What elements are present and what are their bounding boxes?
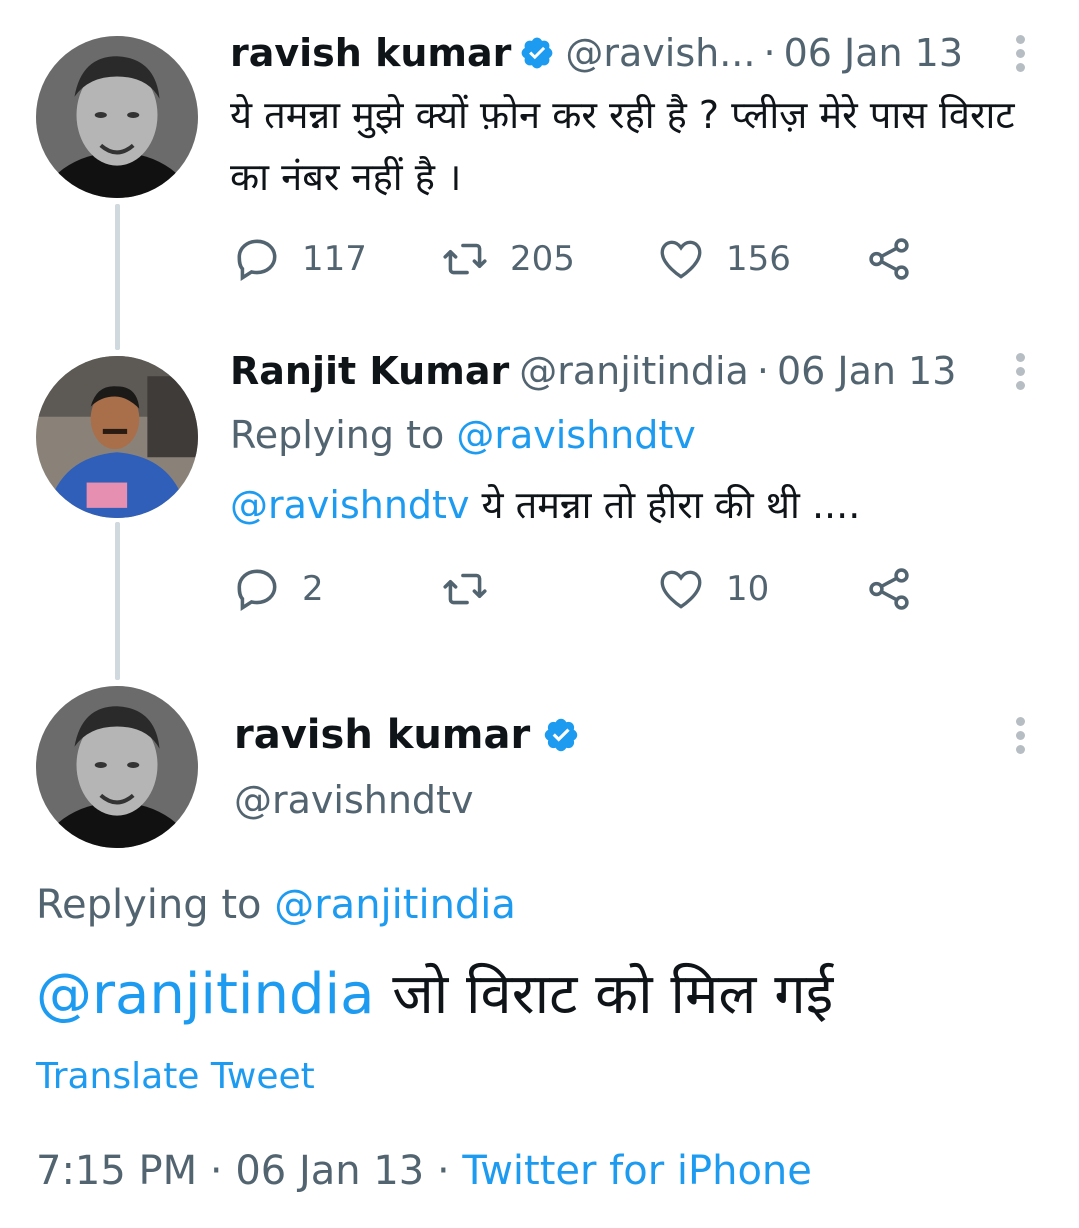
replying-to-label: Replying to	[230, 413, 445, 457]
like-button[interactable]: 156	[656, 234, 791, 284]
replying-to-link[interactable]: @ravishndtv	[456, 413, 695, 457]
tweet-text-body: जो विराट को मिल गई	[374, 962, 834, 1027]
tweet-date[interactable]: 06 Jan 13	[784, 30, 963, 76]
separator: ·	[209, 1148, 223, 1194]
reply-icon	[237, 569, 277, 611]
reply-button[interactable]: 117	[232, 234, 367, 284]
replying-to: Replying to @ravishndtv	[230, 412, 696, 458]
share-button[interactable]	[864, 234, 914, 284]
separator: ·	[436, 1148, 450, 1194]
mention-link[interactable]: @ravishndtv	[230, 483, 469, 527]
tweet-text: ये तमन्ना मुझे क्यों फ़ोन कर रही है ? प्…	[230, 93, 1015, 199]
tweet-date[interactable]: 06 Jan 13	[777, 348, 956, 394]
separator: ·	[756, 349, 769, 393]
thread-line	[115, 204, 120, 350]
author-name-row: ravish kumar	[234, 712, 580, 758]
thread-line	[115, 522, 120, 680]
author-name[interactable]: ravish kumar	[230, 30, 511, 76]
author-name[interactable]: ravish kumar	[234, 712, 530, 758]
tweet-time[interactable]: 7:15 PM	[36, 1148, 197, 1194]
retweet-count: 205	[510, 239, 575, 279]
more-options-icon[interactable]	[1010, 32, 1030, 76]
share-button[interactable]	[864, 564, 914, 614]
tweet-actions: 2 10	[232, 564, 932, 614]
tweet-header: Ranjit Kumar @ranjitindia · 06 Jan 13	[230, 348, 956, 394]
like-button[interactable]: 10	[656, 564, 769, 614]
retweet-button[interactable]	[440, 564, 510, 614]
avatar[interactable]	[36, 686, 198, 848]
author-handle[interactable]: @ranjitindia	[519, 348, 749, 394]
like-icon	[660, 570, 702, 609]
tweet-text: @ravishndtv ये तमन्ना तो हीरा की थी ....	[230, 474, 860, 536]
separator: ·	[763, 31, 776, 75]
replying-to-label: Replying to	[36, 882, 262, 928]
like-count: 10	[726, 569, 770, 609]
reply-count: 117	[302, 239, 367, 279]
author-handle[interactable]: @ravishndtv	[234, 778, 473, 822]
tweet-date[interactable]: 06 Jan 13	[235, 1148, 424, 1194]
author-handle[interactable]: @ravish...	[565, 30, 755, 76]
replying-to-link[interactable]: @ranjitindia	[274, 882, 516, 928]
tweet-header: ravish kumar @ravish... · 06 Jan 13	[230, 30, 963, 76]
share-icon	[869, 568, 909, 610]
more-options-icon[interactable]	[1010, 350, 1030, 394]
tweet-source-link[interactable]: Twitter for iPhone	[462, 1148, 812, 1194]
tweet-text-body: ये तमन्ना तो हीरा की थी ....	[469, 483, 861, 527]
retweet-icon	[443, 573, 487, 605]
tweet-actions: 117 205 156	[232, 234, 932, 284]
avatar[interactable]	[36, 36, 198, 198]
reply-count: 2	[302, 569, 324, 609]
verified-badge-icon	[542, 716, 580, 754]
more-options-icon[interactable]	[1010, 714, 1030, 758]
reply-icon	[237, 239, 277, 281]
retweet-button[interactable]: 205	[440, 234, 575, 284]
mention-link[interactable]: @ranjitindia	[36, 962, 374, 1027]
share-icon	[869, 238, 909, 280]
translate-tweet-link[interactable]: Translate Tweet	[36, 1056, 315, 1097]
reply-button[interactable]: 2	[232, 564, 324, 614]
like-count: 156	[726, 239, 791, 279]
replying-to: Replying to @ranjitindia	[36, 882, 516, 928]
author-name[interactable]: Ranjit Kumar	[230, 348, 509, 394]
tweet-meta: 7:15 PM · 06 Jan 13 · Twitter for iPhone	[36, 1148, 812, 1194]
like-icon	[660, 240, 702, 279]
verified-badge-icon	[519, 35, 555, 71]
tweet-text: @ranjitindia जो विराट को मिल गई	[36, 955, 833, 1035]
retweet-icon	[443, 243, 487, 275]
avatar[interactable]	[36, 356, 198, 518]
